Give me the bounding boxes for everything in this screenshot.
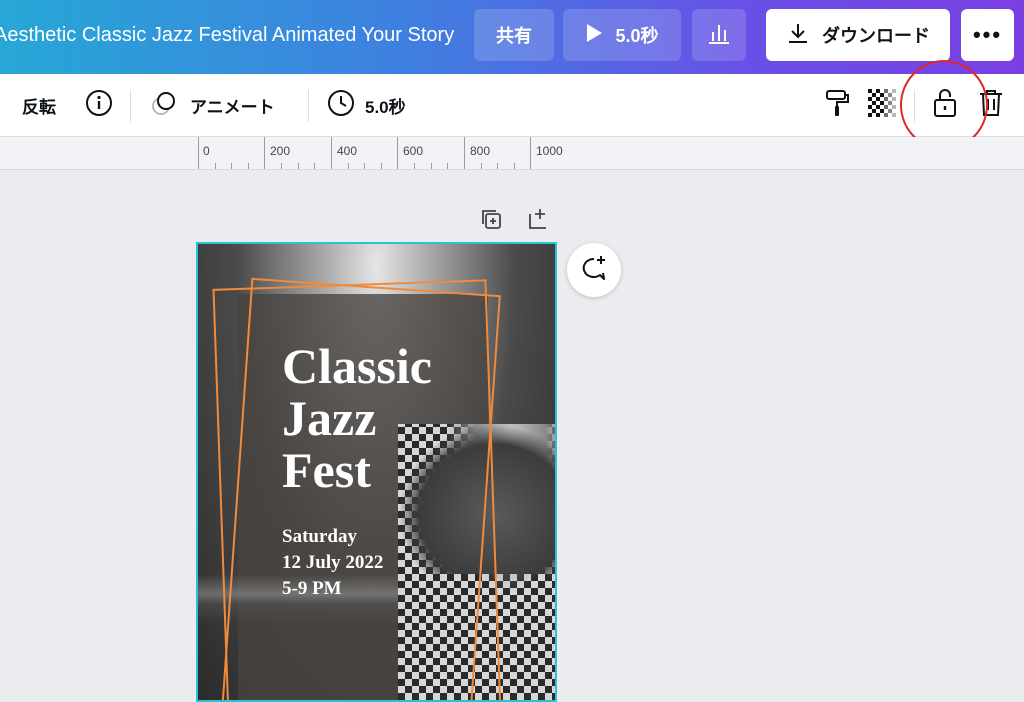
- ruler-major-tick: [331, 137, 332, 169]
- poster-title-line: Fest: [282, 442, 371, 498]
- poster-title-line: Jazz: [282, 390, 377, 446]
- ruler-minor-tick: [447, 163, 448, 169]
- clock-icon: [327, 89, 355, 122]
- add-comment-button[interactable]: [567, 243, 621, 297]
- flip-button[interactable]: 反転: [22, 74, 56, 136]
- design-canvas[interactable]: Classic Jazz Fest Saturday 12 July 2022 …: [196, 242, 557, 702]
- ruler-minor-tick: [381, 163, 382, 169]
- ruler-minor-tick: [298, 163, 299, 169]
- poster-title[interactable]: Classic Jazz Fest: [282, 340, 432, 496]
- paint-roller-icon: [824, 88, 850, 123]
- document-title[interactable]: Aesthetic Classic Jazz Festival Animated…: [0, 24, 454, 47]
- duplicate-page-button[interactable]: [478, 206, 504, 232]
- ruler-label: 600: [403, 144, 424, 158]
- add-page-button[interactable]: [526, 206, 552, 232]
- animate-icon: [150, 88, 180, 123]
- transparency-button[interactable]: [868, 74, 896, 136]
- ruler-minor-tick: [514, 163, 515, 169]
- ruler-minor-tick: [348, 163, 349, 169]
- ruler-major-tick: [530, 137, 531, 169]
- duplicate-icon: [478, 210, 504, 236]
- download-button[interactable]: ダウンロード: [766, 9, 950, 61]
- insights-button[interactable]: [692, 9, 746, 61]
- poster-date: 12 July 2022: [282, 552, 384, 573]
- flip-label: 反転: [22, 97, 56, 117]
- ruler-minor-tick: [215, 163, 216, 169]
- toolbar-divider: [130, 90, 131, 122]
- transparency-icon: [868, 88, 896, 122]
- ruler-label: 0: [203, 144, 210, 158]
- edit-toolbar: 反転 アニメート 5.0秒: [0, 74, 1024, 137]
- ruler-minor-tick: [414, 163, 415, 169]
- ruler-minor-tick: [231, 163, 232, 169]
- ruler-minor-tick: [248, 163, 249, 169]
- more-icon: •••: [972, 22, 1003, 47]
- info-icon: [85, 89, 113, 122]
- ruler-label: 200: [270, 144, 291, 158]
- ruler-minor-tick: [497, 163, 498, 169]
- info-button[interactable]: [85, 74, 113, 136]
- ruler-minor-tick: [364, 163, 365, 169]
- comment-plus-icon: [580, 254, 608, 287]
- play-duration-label: 5.0秒: [615, 26, 659, 46]
- poster-title-line: Classic: [282, 338, 432, 394]
- ruler-label: 800: [470, 144, 491, 158]
- copy-style-button[interactable]: [824, 74, 850, 136]
- poster-event-info[interactable]: Saturday 12 July 2022 5-9 PM: [282, 524, 383, 602]
- add-page-icon: [526, 209, 552, 236]
- ruler-major-tick: [264, 137, 265, 169]
- ruler-minor-tick: [281, 163, 282, 169]
- duration-button[interactable]: 5.0秒: [327, 74, 406, 136]
- toolbar-divider: [308, 90, 309, 122]
- download-icon: [786, 21, 810, 50]
- animate-button[interactable]: アニメート: [150, 74, 275, 136]
- poster-day: Saturday: [282, 526, 357, 547]
- ruler-label: 400: [337, 144, 358, 158]
- ruler-major-tick: [198, 137, 199, 169]
- top-header: Aesthetic Classic Jazz Festival Animated…: [0, 0, 1024, 74]
- ruler-minor-tick: [314, 163, 315, 169]
- ruler-minor-tick: [481, 163, 482, 169]
- ruler-label: 1000: [536, 144, 563, 158]
- animate-label: アニメート: [190, 97, 275, 117]
- share-label: 共有: [496, 26, 532, 46]
- more-options-button[interactable]: •••: [961, 9, 1014, 61]
- share-button[interactable]: 共有: [474, 9, 554, 61]
- play-button[interactable]: 5.0秒: [563, 9, 681, 61]
- horizontal-ruler: 0 200 400 600 800 1000: [0, 137, 1024, 170]
- ruler-minor-tick: [431, 163, 432, 169]
- poster-time: 5-9 PM: [282, 578, 342, 599]
- duration-label: 5.0秒: [365, 97, 406, 117]
- download-label: ダウンロード: [822, 26, 930, 46]
- ruler-major-tick: [464, 137, 465, 169]
- play-icon: [585, 23, 603, 48]
- ruler-major-tick: [397, 137, 398, 169]
- bar-chart-icon: [707, 22, 731, 49]
